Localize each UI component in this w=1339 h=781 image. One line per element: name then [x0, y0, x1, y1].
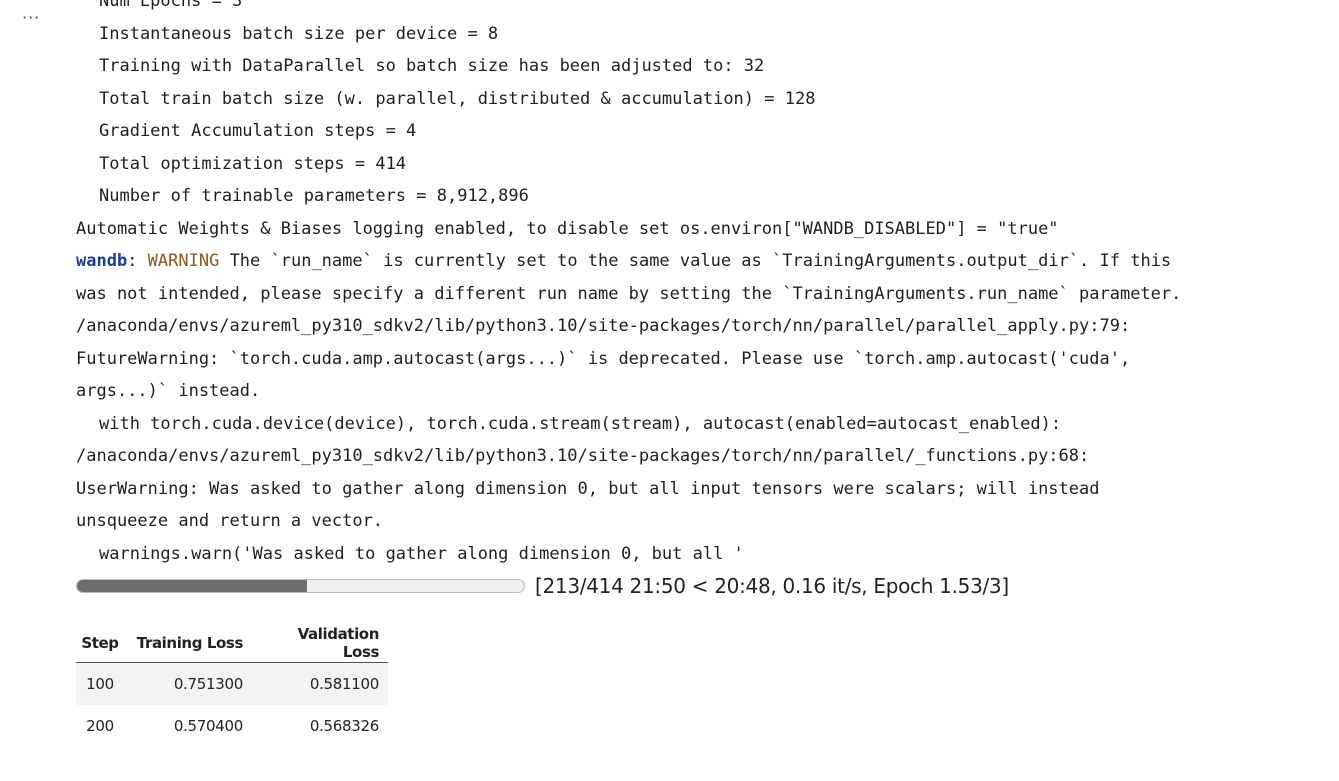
output-line-text: warnings.warn('Was asked to gather along…: [99, 543, 744, 564]
metrics-table: Step Training Loss Validation Loss 100 0…: [76, 624, 388, 747]
output-line-text: Instantaneous batch size per device = 8: [99, 23, 499, 44]
column-header-training-loss: Training Loss: [124, 624, 252, 663]
output-line-text: The `run_name` is currently set to the s…: [219, 251, 1172, 271]
output-line: /anaconda/envs/azureml_py310_sdkv2/lib/p…: [76, 310, 1336, 343]
wandb-prefix: wandb: [76, 251, 128, 271]
output-line-text: Number of trainable parameters = 8,912,8…: [99, 186, 529, 206]
separator: :: [127, 251, 148, 271]
cell-output: Num Epochs = 3 Instantaneous batch size p…: [76, 0, 1336, 570]
warning-tag: WARNING: [147, 251, 220, 271]
output-line: Automatic Weights & Biases logging enabl…: [76, 213, 1336, 246]
output-line-text: Gradient Accumulation steps = 4: [99, 121, 417, 141]
output-line: Gradient Accumulation steps = 4: [76, 115, 1336, 148]
cell-step: 100: [86, 675, 114, 693]
output-line-text: Automatic Weights & Biases logging enabl…: [76, 218, 1059, 239]
metrics-header-row: Step Training Loss Validation Loss: [76, 624, 388, 663]
output-line-text: Total train batch size (w. parallel, dis…: [99, 88, 816, 109]
output-line: Training with DataParallel so batch size…: [76, 50, 1336, 83]
output-line: was not intended, please specify a diffe…: [76, 278, 1336, 311]
progress-bar: [76, 579, 525, 593]
output-line-text: Total optimization steps = 414: [99, 153, 407, 174]
cell-training-loss: 0.570400: [173, 717, 243, 735]
output-line: /anaconda/envs/azureml_py310_sdkv2/lib/p…: [76, 440, 1336, 473]
output-line-text: /anaconda/envs/azureml_py310_sdkv2/lib/p…: [76, 446, 1090, 466]
output-line-text: Num Epochs = 3: [99, 0, 243, 11]
output-line-text: was not intended, please specify a diffe…: [76, 283, 1182, 304]
output-line: Number of trainable parameters = 8,912,8…: [76, 180, 1336, 213]
output-line-text: unsqueeze and return a vector.: [76, 511, 384, 531]
cell-validation-loss: 0.581100: [309, 675, 379, 693]
output-line-text: FutureWarning: `torch.cuda.amp.autocast(…: [76, 348, 1131, 369]
progress-label: [213/414 21:50 < 20:48, 0.16 it/s, Epoch…: [535, 574, 1009, 598]
column-header-step: Step: [76, 624, 124, 663]
output-line: Num Epochs = 3: [76, 0, 1336, 18]
output-line: FutureWarning: `torch.cuda.amp.autocast(…: [76, 343, 1336, 376]
output-line-text: /anaconda/envs/azureml_py310_sdkv2/lib/p…: [76, 316, 1131, 336]
table-row: 200 0.570400 0.568326: [76, 705, 388, 747]
cell-step: 200: [86, 717, 114, 735]
cell-validation-loss: 0.568326: [309, 717, 379, 735]
output-line: Instantaneous batch size per device = 8: [76, 18, 1336, 51]
output-line: with torch.cuda.device(device), torch.cu…: [76, 408, 1336, 441]
output-line: warnings.warn('Was asked to gather along…: [76, 538, 1336, 571]
training-progress: [213/414 21:50 < 20:48, 0.16 it/s, Epoch…: [76, 571, 1009, 601]
table-row: 100 0.751300 0.581100: [76, 662, 388, 705]
output-line: unsqueeze and return a vector.: [76, 505, 1336, 538]
output-line: wandb: WARNING The `run_name` is current…: [76, 245, 1336, 278]
output-line: args...)` instead.: [76, 375, 1336, 408]
output-line: UserWarning: Was asked to gather along d…: [76, 473, 1336, 506]
output-line-text: Training with DataParallel so batch size…: [99, 56, 765, 76]
column-header-validation-loss: Validation Loss: [252, 624, 388, 663]
cell-training-loss: 0.751300: [173, 675, 243, 693]
output-line-text: args...)` instead.: [76, 381, 261, 401]
output-line-text: with torch.cuda.device(device), torch.cu…: [99, 413, 1062, 434]
output-line: Total optimization steps = 414: [76, 148, 1336, 181]
output-line-text: UserWarning: Was asked to gather along d…: [76, 478, 1100, 499]
progress-bar-fill: [77, 580, 307, 592]
more-actions-icon[interactable]: ···: [22, 8, 40, 27]
output-line: Total train batch size (w. parallel, dis…: [76, 83, 1336, 116]
